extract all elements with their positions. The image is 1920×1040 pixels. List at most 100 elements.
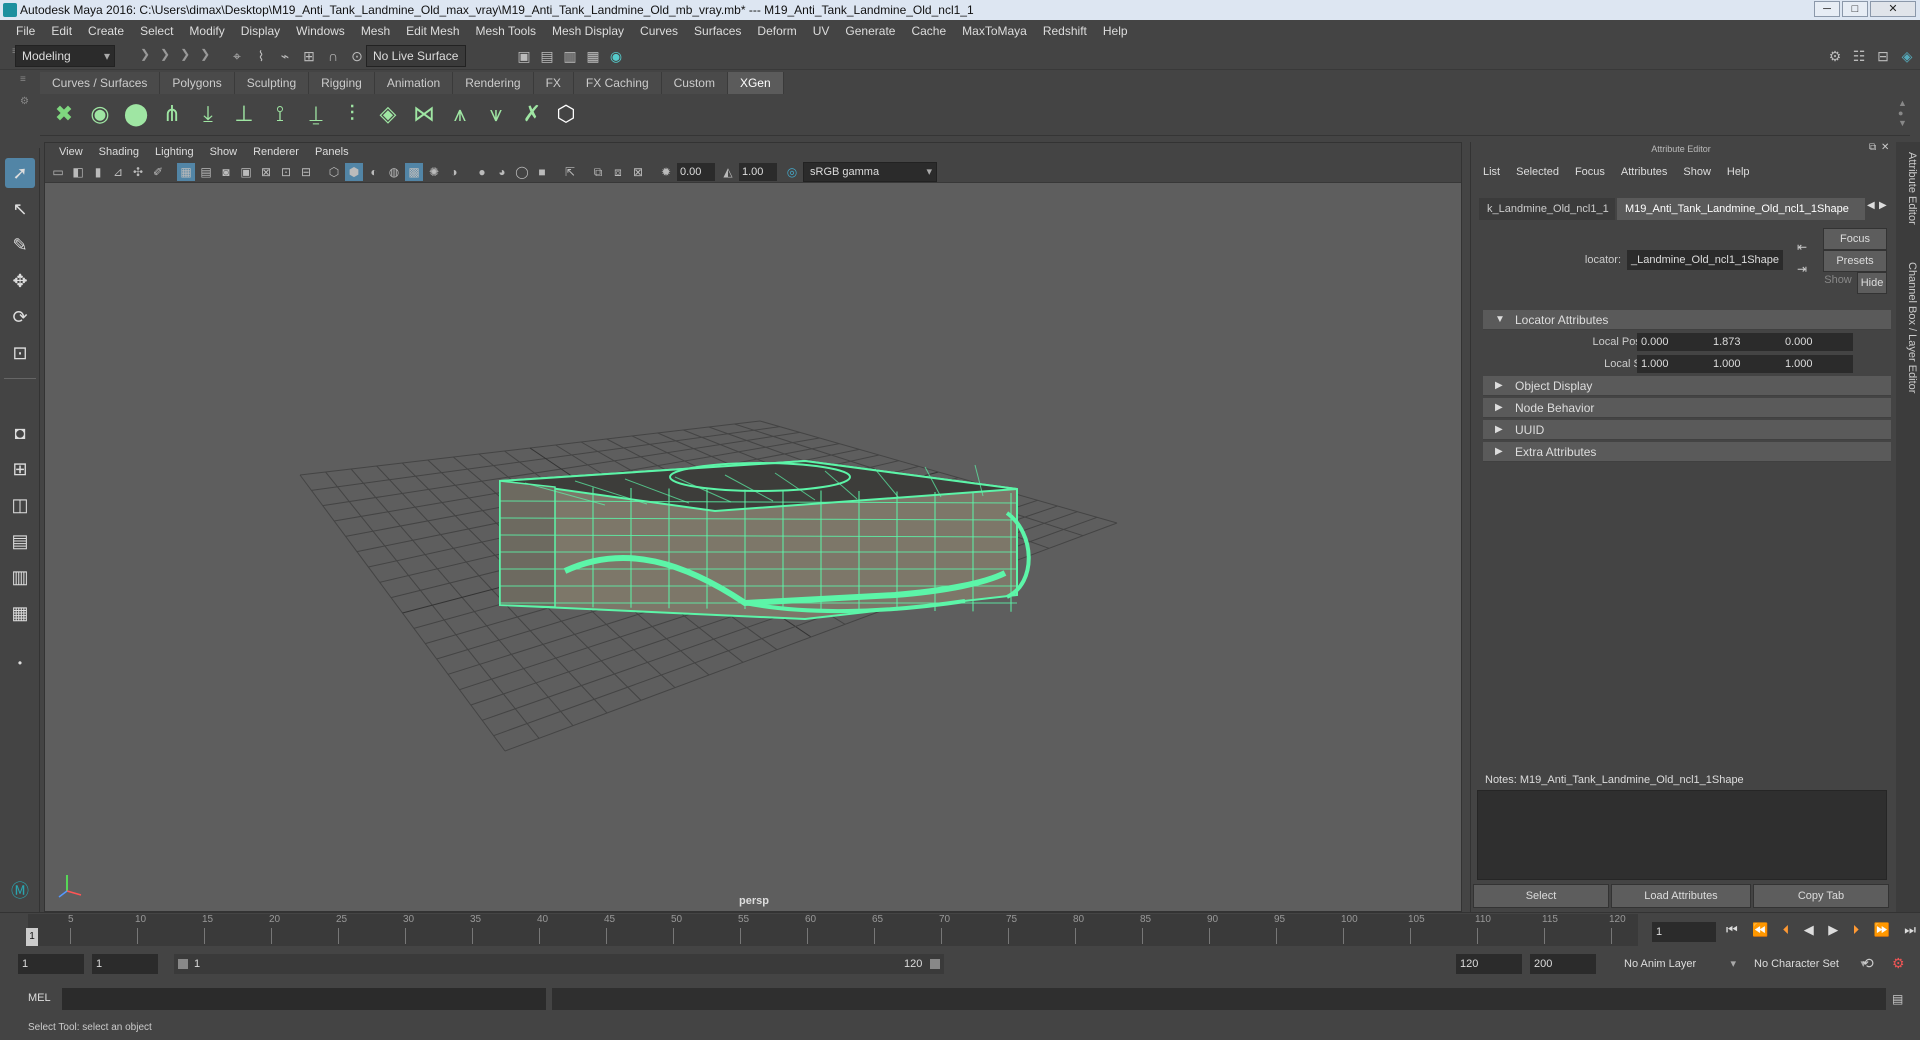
play-backward-icon[interactable]: ◀ bbox=[1804, 922, 1814, 942]
mode-dropdown[interactable]: Modeling ▾ bbox=[15, 45, 115, 67]
2d-pan-icon[interactable]: ✣ bbox=[129, 163, 147, 181]
motion-blur-icon[interactable]: ◕ bbox=[493, 163, 511, 181]
xgen-length-icon[interactable]: ⫶ bbox=[336, 98, 368, 130]
mel-label[interactable]: MEL bbox=[28, 992, 51, 1004]
viewport-menu-lighting[interactable]: Lighting bbox=[147, 146, 202, 158]
xgen-layers-icon[interactable]: ◈ bbox=[372, 98, 404, 130]
shelf-tab-fx-caching[interactable]: FX Caching bbox=[573, 72, 662, 94]
ae-tab-shape[interactable]: M19_Anti_Tank_Landmine_Old_ncl1_1Shape bbox=[1617, 198, 1865, 220]
show-button[interactable]: Show bbox=[1823, 274, 1853, 286]
shelf-tab-animation[interactable]: Animation bbox=[374, 72, 454, 94]
xray-joints-icon[interactable]: ⧈ bbox=[609, 163, 627, 181]
lasso-tool-icon[interactable]: ↖ bbox=[5, 194, 35, 224]
playback-start-field[interactable]: 1 bbox=[92, 954, 158, 974]
focus-button[interactable]: Focus bbox=[1823, 228, 1887, 250]
outliner-layout-icon[interactable]: ▤ bbox=[5, 526, 35, 556]
ipr-render-icon[interactable]: ▥ bbox=[561, 47, 579, 65]
shadows-icon[interactable]: ◑ bbox=[445, 163, 463, 181]
snap-curve-icon[interactable]: ∩ bbox=[324, 47, 342, 65]
image-plane-icon[interactable]: ⊿ bbox=[109, 163, 127, 181]
film-gate-icon[interactable]: ▤ bbox=[197, 163, 215, 181]
channel-box-side-tab[interactable]: Channel Box / Layer Editor bbox=[1898, 262, 1918, 393]
shelf-tab-rigging[interactable]: Rigging bbox=[309, 72, 375, 94]
landmine-mesh[interactable] bbox=[499, 459, 1031, 621]
menu-maxtomaya[interactable]: MaxToMaya bbox=[954, 24, 1035, 38]
step-back-icon[interactable]: ⏪ bbox=[1752, 922, 1768, 942]
ae-menu-selected[interactable]: Selected bbox=[1508, 166, 1567, 184]
xgen-hex-icon[interactable]: ⬡ bbox=[550, 98, 582, 130]
local-position-x[interactable]: 0.000 bbox=[1637, 333, 1709, 351]
exposure-field[interactable]: 0.00 bbox=[677, 163, 715, 181]
workspace-icon[interactable]: ⚙ bbox=[1826, 47, 1844, 65]
scale-tool-icon[interactable]: ⊡ bbox=[5, 338, 35, 368]
wireframe-icon[interactable]: ⬡ bbox=[325, 163, 343, 181]
local-scale-z[interactable]: 1.000 bbox=[1781, 355, 1853, 373]
close-panel-icon[interactable]: ✕ bbox=[1881, 142, 1889, 153]
presets-button[interactable]: Presets bbox=[1823, 250, 1887, 272]
hide-button[interactable]: Hide bbox=[1857, 272, 1887, 294]
animation-start-field[interactable]: 1 bbox=[18, 954, 84, 974]
viewport-menu-show[interactable]: Show bbox=[202, 146, 246, 158]
section-uuid[interactable]: ▶ UUID bbox=[1483, 420, 1891, 440]
current-time-marker[interactable]: 1 bbox=[26, 928, 38, 946]
more-layouts-icon[interactable]: • bbox=[5, 648, 35, 678]
scene-canvas[interactable] bbox=[45, 183, 1461, 911]
gamma-icon[interactable]: ◭ bbox=[719, 163, 737, 181]
xgen-preview-icon[interactable]: ◉ bbox=[84, 98, 116, 130]
hypershade-icon[interactable]: ◉ bbox=[607, 47, 625, 65]
xray-icon[interactable]: ⧉ bbox=[589, 163, 607, 181]
step-forward-key-icon[interactable]: ⏵ bbox=[1853, 922, 1860, 942]
section-object-display[interactable]: ▶ Object Display bbox=[1483, 376, 1891, 396]
menu-cache[interactable]: Cache bbox=[903, 24, 954, 38]
minimize-button[interactable]: ─ bbox=[1814, 1, 1840, 17]
script-editor-icon[interactable]: ▤ bbox=[1892, 992, 1903, 1006]
graph-layout-icon[interactable]: ▦ bbox=[5, 598, 35, 628]
input-connection-icon[interactable]: ⇤ bbox=[1797, 240, 1807, 254]
menu-curves[interactable]: Curves bbox=[632, 24, 686, 38]
notes-textarea[interactable] bbox=[1477, 790, 1887, 880]
menu-mesh[interactable]: Mesh bbox=[353, 24, 398, 38]
xgen-cut-icon[interactable]: ⩛ bbox=[480, 98, 512, 130]
tab-next-icon[interactable]: ▶ bbox=[1879, 200, 1887, 211]
wireframe-on-shaded-icon[interactable]: ▩ bbox=[405, 163, 423, 181]
ae-select-button[interactable]: Select bbox=[1473, 884, 1609, 908]
ae-menu-list[interactable]: List bbox=[1475, 166, 1508, 184]
color-management-icon[interactable]: ◎ bbox=[783, 163, 801, 181]
local-scale-x[interactable]: 1.000 bbox=[1637, 355, 1709, 373]
viewport-panel[interactable]: View Shading Lighting Show Renderer Panels ▭ … bbox=[44, 142, 1462, 912]
menu-create[interactable]: Create bbox=[80, 24, 132, 38]
viewport-menu-panels[interactable]: Panels bbox=[307, 146, 357, 158]
gamma-field[interactable]: 1.00 bbox=[739, 163, 777, 181]
lights-icon[interactable]: ✺ bbox=[425, 163, 443, 181]
four-pane-layout-icon[interactable]: ⊞ bbox=[5, 454, 35, 484]
menu-redshift[interactable]: Redshift bbox=[1035, 24, 1095, 38]
section-locator-attributes[interactable]: ▼ Locator Attributes bbox=[1483, 310, 1891, 330]
xray-components-icon[interactable]: ⊠ bbox=[629, 163, 647, 181]
render-view-icon[interactable]: ▣ bbox=[515, 47, 533, 65]
outliner-icon[interactable]: ☷ bbox=[1850, 47, 1868, 65]
side-by-side-layout-icon[interactable]: ▥ bbox=[5, 562, 35, 592]
step-back-key-icon[interactable]: ⏴ bbox=[1783, 922, 1790, 942]
current-frame-field[interactable]: 1 bbox=[1652, 922, 1716, 942]
view-transform-dropdown[interactable]: sRGB gamma ▾ bbox=[803, 162, 937, 182]
load-attributes-button[interactable]: Load Attributes bbox=[1611, 884, 1751, 908]
shelf-tab-curves-surfaces[interactable]: Curves / Surfaces bbox=[40, 72, 161, 94]
xgen-bend-icon[interactable]: ⋈ bbox=[408, 98, 440, 130]
snap-grid-icon[interactable]: ⊞ bbox=[300, 47, 318, 65]
go-to-start-icon[interactable]: ⏮ bbox=[1726, 922, 1738, 942]
menu-help[interactable]: Help bbox=[1095, 24, 1136, 38]
character-set-dropdown[interactable]: No Character Set ▾ bbox=[1750, 954, 1870, 974]
shelf-tab-xgen[interactable]: XGen bbox=[727, 72, 784, 94]
shelf-tab-fx[interactable]: FX bbox=[533, 72, 574, 94]
xgen-add-guide-icon[interactable]: ⤓ bbox=[192, 98, 224, 130]
float-panel-icon[interactable]: ⧉ bbox=[1869, 142, 1876, 153]
range-start-handle[interactable] bbox=[178, 959, 188, 969]
xgen-lock-icon[interactable]: ⍊ bbox=[300, 98, 332, 130]
shelf-scroll-icon[interactable]: ▲ ● ▼ bbox=[1898, 98, 1908, 128]
render-frame-icon[interactable]: ▤ bbox=[538, 47, 556, 65]
close-button[interactable]: ✕ bbox=[1870, 1, 1916, 17]
anti-aliasing-icon[interactable]: ◯ bbox=[513, 163, 531, 181]
local-position-y[interactable]: 1.873 bbox=[1709, 333, 1781, 351]
live-surface-field[interactable]: No Live Surface bbox=[366, 45, 466, 67]
exposure-icon[interactable]: ✹ bbox=[657, 163, 675, 181]
